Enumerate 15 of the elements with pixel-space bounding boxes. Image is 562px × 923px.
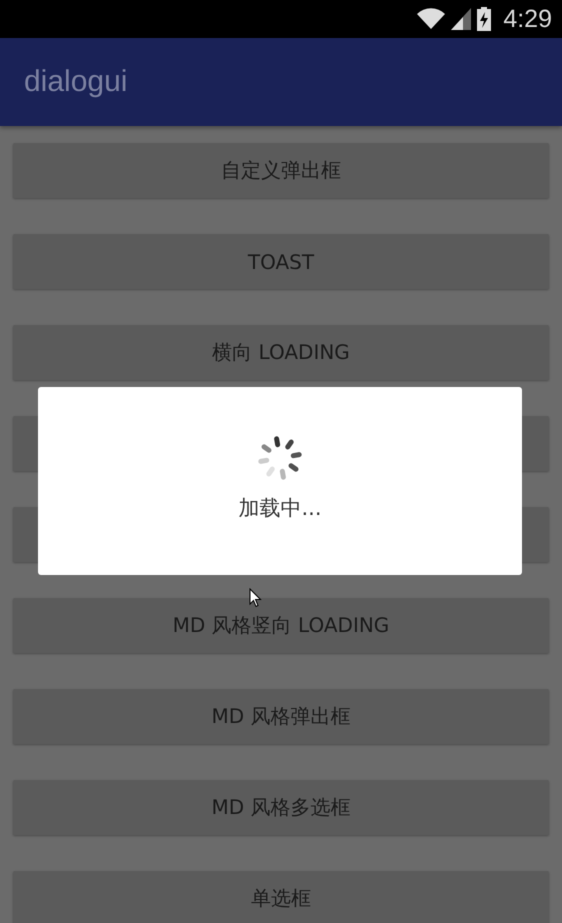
loading-message: 加载中... bbox=[238, 495, 322, 522]
signal-icon bbox=[451, 8, 472, 30]
status-time: 4:29 bbox=[503, 4, 552, 34]
loading-spinner-icon bbox=[256, 434, 304, 482]
menu-button[interactable]: MD 风格多选框 bbox=[13, 780, 549, 835]
app-title: dialogui bbox=[24, 65, 128, 99]
battery-charging-icon bbox=[477, 7, 492, 31]
mouse-pointer-icon bbox=[249, 588, 262, 608]
menu-button[interactable]: MD 风格弹出框 bbox=[13, 689, 549, 744]
menu-button[interactable]: TOAST bbox=[13, 234, 549, 289]
menu-button[interactable]: 单选框 bbox=[13, 871, 549, 923]
menu-button[interactable]: MD 风格竖向 LOADING bbox=[13, 598, 549, 653]
wifi-icon bbox=[417, 8, 446, 30]
menu-button[interactable]: 自定义弹出框 bbox=[13, 143, 549, 198]
menu-button[interactable]: 横向 LOADING bbox=[13, 325, 549, 380]
